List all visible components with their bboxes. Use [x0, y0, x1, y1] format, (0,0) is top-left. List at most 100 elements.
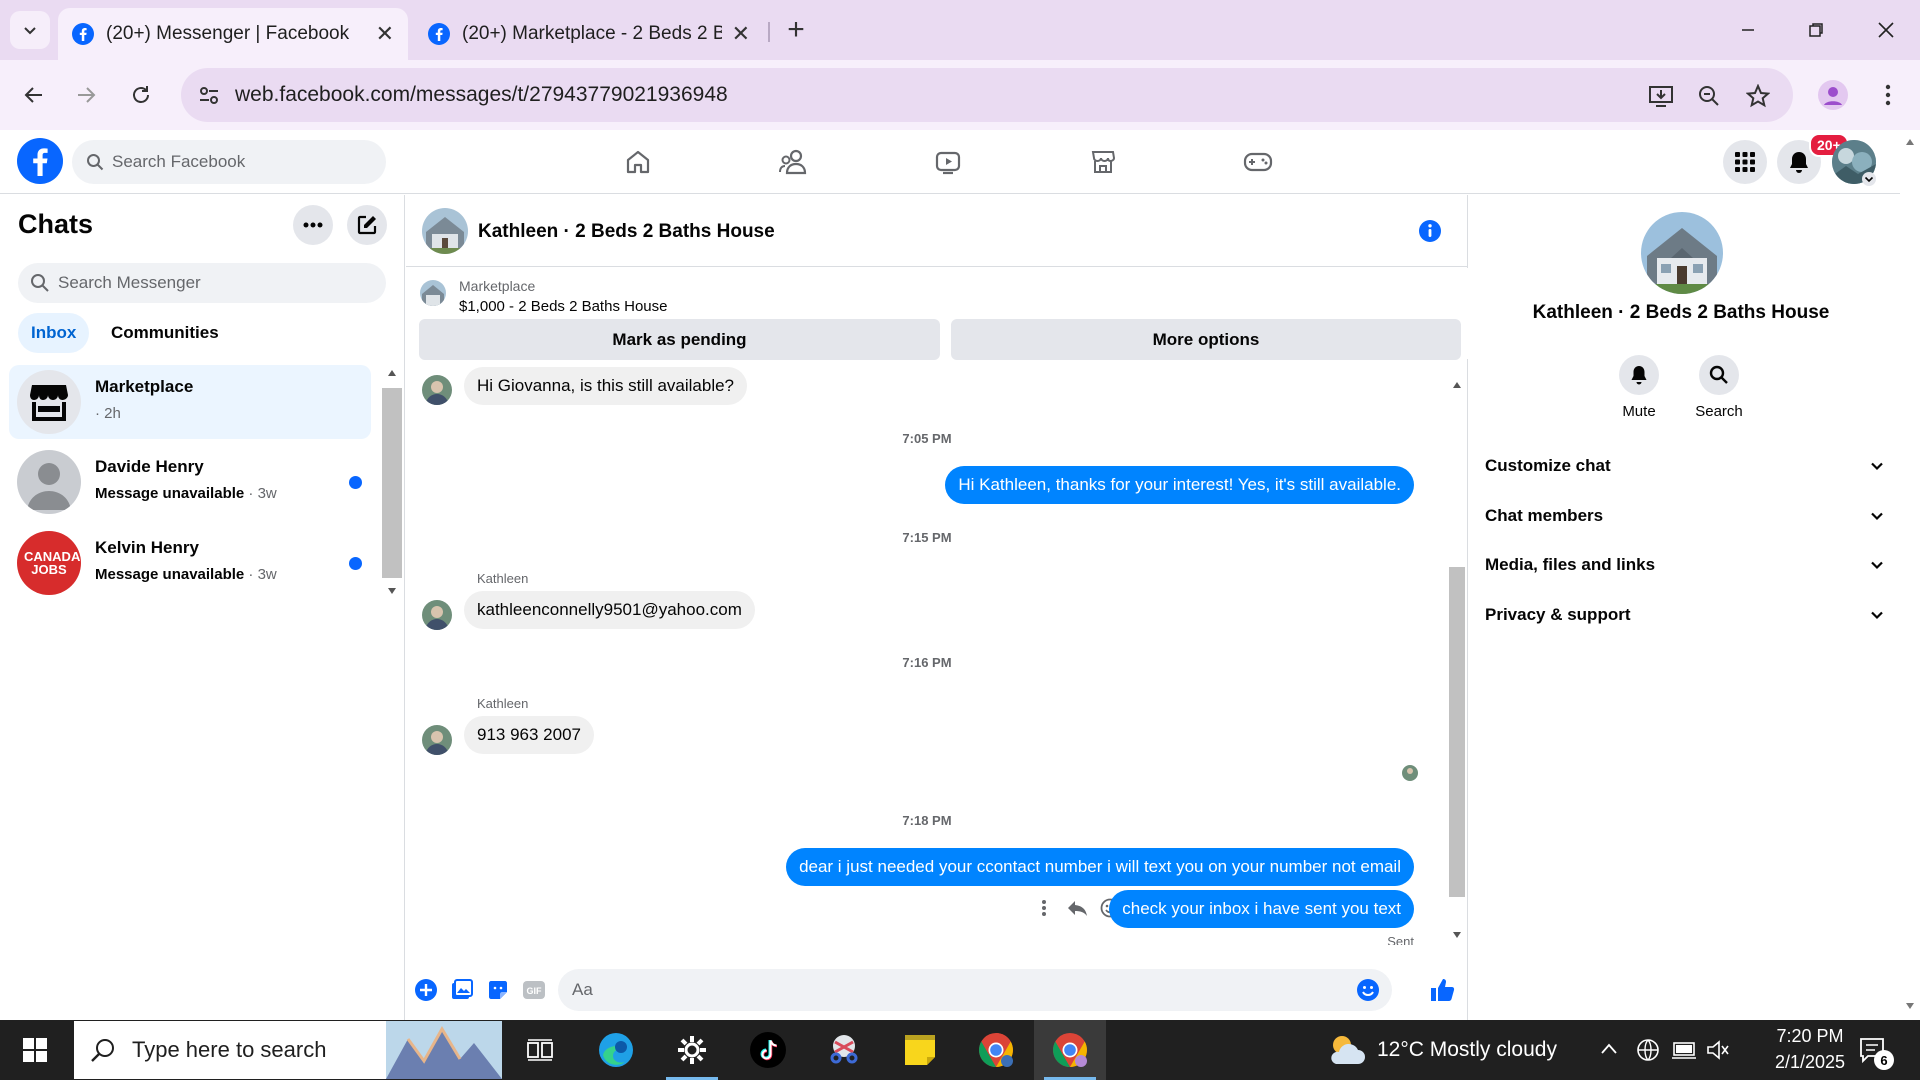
conversation-header: Kathleen · 2 Beds 2 Baths House [406, 195, 1468, 267]
clock-date[interactable]: 2/1/2025 [1755, 1052, 1865, 1073]
chevron-up-icon[interactable] [1600, 1042, 1618, 1056]
facebook-logo[interactable] [17, 138, 63, 184]
chats-options-button[interactable] [293, 205, 333, 245]
account-chevron-icon[interactable] [1862, 172, 1876, 186]
reload-button[interactable] [123, 77, 159, 113]
back-button[interactable] [16, 77, 52, 113]
new-message-button[interactable] [347, 205, 387, 245]
message-bubble-outgoing[interactable]: Hi Kathleen, thanks for your interest! Y… [945, 466, 1414, 504]
scroll-thumb[interactable] [382, 388, 402, 578]
taskbar-sticky-notes[interactable] [884, 1020, 956, 1080]
sender-avatar[interactable] [422, 375, 452, 405]
more-options-button[interactable]: More options [951, 319, 1461, 360]
chat-item-marketplace[interactable]: Marketplace · 2h [9, 365, 371, 439]
menu-button[interactable] [1723, 140, 1767, 184]
mark-as-pending-button[interactable]: Mark as pending [419, 319, 940, 360]
taskbar-edge[interactable] [580, 1020, 652, 1080]
filter-inbox[interactable]: Inbox [18, 313, 90, 353]
message-bubble-incoming[interactable]: 913 963 2007 [464, 716, 594, 754]
bookmark-star-icon[interactable] [1744, 82, 1772, 110]
install-app-icon[interactable] [1647, 82, 1675, 110]
emoji-icon[interactable] [1356, 978, 1380, 1002]
tab-marketplace[interactable]: (20+) Marketplace - 2 Beds 2 Ba ✕ [414, 8, 764, 60]
reply-icon[interactable] [1066, 898, 1088, 918]
task-view-button[interactable] [504, 1020, 576, 1080]
search-icon-wrap [1699, 355, 1739, 395]
tab-messenger[interactable]: (20+) Messenger | Facebook ✕ [58, 8, 408, 60]
message-bubble-incoming[interactable]: Hi Giovanna, is this still available? [464, 367, 748, 405]
taskbar-tiktok[interactable] [732, 1020, 804, 1080]
site-settings-icon[interactable] [197, 83, 221, 107]
nav-video[interactable] [920, 144, 976, 180]
clock-time[interactable]: 7:20 PM [1755, 1026, 1865, 1047]
browser-tab-bar: (20+) Messenger | Facebook ✕ (20+) Marke… [0, 0, 1920, 60]
avatar-photo-icon [422, 725, 452, 755]
messenger-search-input[interactable]: Search Messenger [18, 263, 386, 303]
search-icon [1709, 365, 1728, 384]
listing-thumbnail[interactable] [420, 280, 446, 306]
details-avatar[interactable] [1641, 212, 1723, 294]
profile-button[interactable] [1815, 77, 1851, 113]
message-composer: GIF Aa [406, 963, 1468, 1019]
section-privacy-support[interactable]: Privacy & support [1485, 595, 1885, 635]
chat-item-kelvin-henry[interactable]: CANADA JOBS Kelvin Henry Message unavail… [9, 526, 371, 600]
message-input[interactable]: Aa [558, 969, 1392, 1011]
conversation-title[interactable]: Kathleen · 2 Beds 2 Baths House [478, 221, 775, 243]
attach-photo-button[interactable] [448, 976, 476, 1004]
forward-button[interactable] [68, 77, 104, 113]
chrome-icon [1053, 1033, 1087, 1067]
page-scrollbar[interactable] [1900, 130, 1920, 1020]
browser-menu-button[interactable] [1870, 77, 1906, 113]
message-more-icon[interactable] [1041, 899, 1047, 917]
taskbar-chrome-profile-2[interactable] [1034, 1020, 1106, 1080]
nav-friends[interactable] [765, 144, 821, 180]
address-bar[interactable]: web.facebook.com/messages/t/279437790219… [181, 68, 1793, 122]
like-button[interactable] [1428, 976, 1456, 1004]
sticker-button[interactable] [484, 976, 512, 1004]
sender-avatar[interactable] [422, 600, 452, 630]
nav-gaming[interactable] [1230, 144, 1286, 180]
taskbar-snipping-tool[interactable] [808, 1020, 880, 1080]
taskbar-search-input[interactable]: Type here to search [74, 1021, 502, 1079]
message-bubble-outgoing[interactable]: check your inbox i have sent you text [1109, 890, 1414, 928]
sender-avatar[interactable] [422, 725, 452, 755]
minimize-button[interactable] [1728, 10, 1768, 50]
conversation-avatar[interactable] [422, 208, 468, 254]
message-bubble-outgoing[interactable]: dear i just needed your ccontact number … [786, 848, 1414, 886]
facebook-search-input[interactable]: Search Facebook [72, 140, 386, 184]
search-in-conversation-button[interactable]: Search [1679, 355, 1759, 420]
chat-list-scrollbar[interactable] [382, 365, 402, 600]
thread-scrollbar[interactable] [1447, 381, 1467, 951]
battery-icon[interactable] [1670, 1040, 1698, 1060]
chat-item-davide-henry[interactable]: Davide Henry Message unavailable · 3w [9, 445, 371, 519]
close-tab-icon[interactable]: ✕ [376, 21, 394, 47]
new-tab-button[interactable]: + [780, 13, 812, 46]
section-customize-chat[interactable]: Customize chat [1485, 446, 1885, 486]
message-bubble-incoming[interactable]: kathleenconnelly9501@yahoo.com [464, 591, 755, 629]
listing-title[interactable]: $1,000 - 2 Beds 2 Baths House [459, 298, 667, 315]
taskbar-chrome-profile-1[interactable] [960, 1020, 1032, 1080]
scroll-thumb[interactable] [1449, 567, 1465, 897]
close-tab-icon[interactable]: ✕ [732, 21, 750, 47]
weather-text[interactable]: 12°C Mostly cloudy [1377, 1038, 1557, 1062]
nav-marketplace[interactable] [1075, 144, 1131, 180]
volume-muted-icon[interactable] [1706, 1039, 1730, 1061]
weather-cloudy-icon[interactable] [1326, 1032, 1366, 1068]
mute-button[interactable]: Mute [1599, 355, 1679, 420]
nav-home[interactable] [610, 144, 666, 180]
section-media-files-links[interactable]: Media, files and links [1485, 545, 1885, 585]
taskbar-settings[interactable] [656, 1020, 728, 1080]
section-chat-members[interactable]: Chat members [1485, 496, 1885, 536]
close-window-button[interactable] [1866, 10, 1906, 50]
conversation-info-button[interactable] [1418, 219, 1442, 243]
restore-button[interactable] [1796, 10, 1836, 50]
message-thread[interactable]: Hi Giovanna, is this still available? 7:… [406, 363, 1448, 945]
filter-communities[interactable]: Communities [98, 313, 232, 353]
photo-icon [452, 979, 473, 999]
zoom-icon[interactable] [1695, 82, 1723, 110]
gif-button[interactable]: GIF [520, 976, 548, 1004]
start-button[interactable] [0, 1020, 70, 1080]
tab-search-button[interactable] [10, 11, 50, 49]
more-actions-button[interactable] [412, 976, 440, 1004]
globe-network-icon[interactable] [1636, 1038, 1660, 1062]
